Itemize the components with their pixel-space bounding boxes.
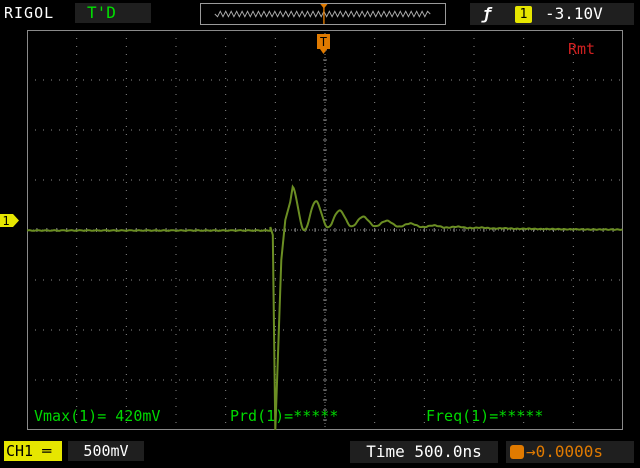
channel1-ground-marker: 1 [0, 214, 19, 228]
trigger-offset-icon [510, 445, 524, 459]
channel1-scale: 500mV [68, 441, 144, 461]
trigger-level: -3.10V [545, 4, 603, 23]
trigger-source-badge: 1 [515, 6, 532, 23]
measurement-frequency: Freq(1)=***** [426, 407, 544, 425]
channel1-label[interactable]: CH1 ═ [4, 441, 62, 461]
trigger-position-marker: T [317, 34, 330, 54]
trigger-offset-readout: →0.0000s [526, 442, 604, 461]
brand-label: RIGOL [4, 4, 55, 22]
waveform-graticule [27, 30, 623, 430]
channel-marker-label: 1 [2, 214, 9, 228]
remote-indicator: Rmt [568, 40, 596, 58]
memory-depth-view [200, 3, 446, 25]
trigger-marker-label: T [320, 35, 327, 49]
measurement-vmax: Vmax(1)= 420mV [34, 407, 161, 425]
timebase-readout: Time 500.0ns [350, 441, 498, 463]
trigger-status: T'D [75, 3, 151, 23]
dc-coupling-icon: ═ [33, 442, 52, 460]
channel-name: CH1 [6, 442, 34, 460]
rising-edge-icon: ƒ [482, 4, 492, 23]
measurement-period: Prd(1)=***** [230, 407, 339, 425]
